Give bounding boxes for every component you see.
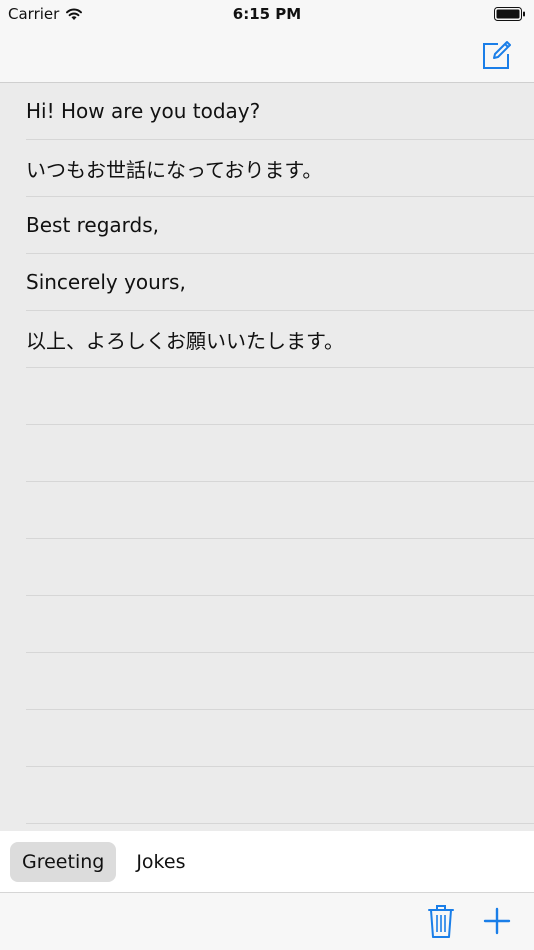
bottom-toolbar (0, 893, 534, 950)
phrase-text (26, 539, 534, 596)
phrase-list: Hi! How are you today? いつもお世話になっております。 Bes… (0, 83, 534, 831)
phrase-text (26, 482, 534, 539)
phrase-row[interactable] (0, 710, 534, 767)
phrase-row[interactable] (0, 482, 534, 539)
phrase-row[interactable] (0, 425, 534, 482)
phrase-text (26, 767, 534, 824)
phrase-text: Best regards, (26, 197, 534, 254)
category-tab-strip: Greeting Jokes (0, 831, 534, 893)
trash-icon[interactable] (426, 903, 456, 939)
phrase-text (26, 425, 534, 482)
phrase-row[interactable]: Hi! How are you today? (0, 83, 534, 140)
phrase-row[interactable] (0, 653, 534, 710)
battery-icon (494, 7, 525, 21)
phrase-row[interactable] (0, 767, 534, 824)
phrase-row[interactable] (0, 368, 534, 425)
compose-icon[interactable] (480, 38, 514, 72)
phrase-row[interactable]: Best regards, (0, 197, 534, 254)
phrase-row[interactable]: Sincerely yours, (0, 254, 534, 311)
phrase-row[interactable] (0, 539, 534, 596)
status-bar: Carrier 6:15 PM (0, 0, 534, 28)
phrase-text (26, 653, 534, 710)
phrase-text: Hi! How are you today? (26, 83, 534, 140)
phrase-row[interactable]: いつもお世話になっております。 (0, 140, 534, 197)
tab-greeting[interactable]: Greeting (10, 841, 117, 882)
phrase-text (26, 596, 534, 653)
tab-jokes[interactable]: Jokes (124, 842, 197, 882)
clock: 6:15 PM (232, 5, 302, 23)
phrase-text: いつもお世話になっております。 (26, 140, 534, 197)
phrase-row[interactable] (0, 596, 534, 653)
phrase-text (26, 368, 534, 425)
plus-icon[interactable] (482, 906, 512, 936)
phrase-text (26, 710, 534, 767)
phrase-text: 以上、よろしくお願いいたします。 (26, 311, 534, 368)
phrase-row[interactable]: 以上、よろしくお願いいたします。 (0, 311, 534, 368)
phrase-text: Sincerely yours, (26, 254, 534, 311)
navigation-bar (0, 28, 534, 83)
